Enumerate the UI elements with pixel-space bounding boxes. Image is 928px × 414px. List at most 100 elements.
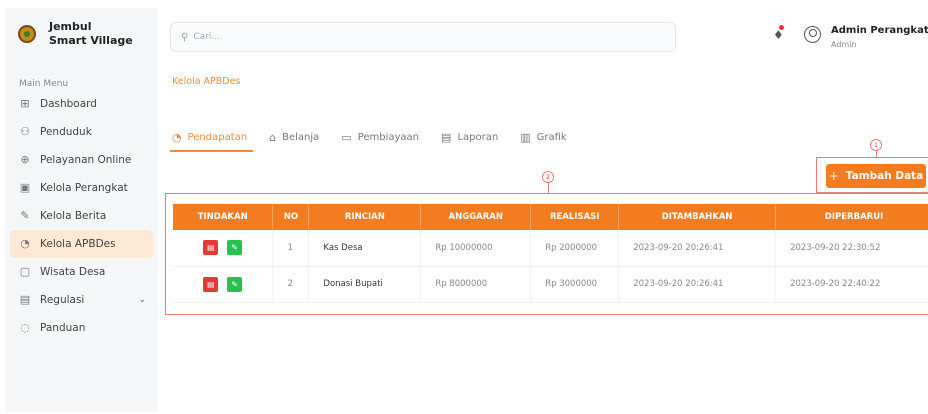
edit-button[interactable]: ✎ — [227, 276, 243, 292]
sidebar-item-pelayanan-online[interactable]: ⊕ Pelayanan Online — [10, 146, 153, 174]
tab-label: Grafik — [536, 131, 567, 143]
search-icon: ⚲ — [181, 31, 189, 43]
sidebar-item-kelola-apbdes[interactable]: ◔ Kelola APBDes — [10, 230, 153, 258]
edit-icon: ✎ — [20, 209, 30, 222]
column-header-rincian[interactable]: RINCIAN — [308, 204, 422, 230]
user-role: Admin — [831, 40, 857, 49]
add-data-label: Tambah Data — [845, 170, 924, 182]
coin-icon: ◔ — [20, 237, 30, 250]
sidebar-item-label: Dashboard — [40, 98, 97, 110]
bag-icon: ⌂ — [269, 130, 277, 144]
sidebar-item-kelola-berita[interactable]: ✎ Kelola Berita — [10, 202, 153, 230]
sidebar: Jembul Smart Village Main Menu ⊞ Dashboa… — [5, 8, 158, 412]
cell-no: 1 — [272, 230, 310, 267]
user-avatar-icon[interactable] — [804, 26, 821, 43]
sidebar-item-label: Pelayanan Online — [40, 154, 132, 166]
brand-title: Jembul Smart Village — [49, 20, 133, 48]
tab-label: Pendapatan — [187, 131, 248, 143]
sidebar-item-panduan[interactable]: ◌ Panduan — [10, 314, 153, 342]
edit-icon: ✎ — [231, 243, 238, 253]
image-icon: ▢ — [19, 265, 31, 278]
chevron-down-icon[interactable]: ⌄ — [138, 295, 146, 305]
notification-bell-icon[interactable]: ♦ — [773, 28, 784, 42]
breadcrumb[interactable]: Kelola APBDes — [172, 76, 240, 87]
table-row: ▤ ✎ 2 Donasi Bupati Rp 8000000 Rp 300000… — [173, 266, 928, 303]
grid-icon: ⊞ — [20, 97, 30, 110]
sidebar-item-label: Penduduk — [40, 126, 92, 138]
document-icon: ▤ — [19, 293, 31, 306]
sidebar-item-label: Panduan — [40, 322, 86, 334]
report-icon: ▤ — [441, 130, 452, 144]
cell-no: 2 — [272, 266, 310, 303]
sidebar-item-dashboard[interactable]: ⊞ Dashboard — [10, 90, 153, 118]
row-actions: ▤ ✎ — [173, 266, 274, 303]
tab-laporan[interactable]: ▤ Laporan — [441, 127, 498, 147]
menu-heading: Main Menu — [19, 79, 69, 89]
sidebar-item-kelola-perangkat[interactable]: ▣ Kelola Perangkat — [10, 174, 153, 202]
add-data-button[interactable]: + Tambah Data — [826, 164, 926, 188]
cell-realisasi: Rp 2000000 — [530, 230, 620, 267]
edit-button[interactable]: ✎ — [227, 240, 243, 256]
id-card-icon: ▣ — [19, 181, 31, 194]
table-header-row: TINDAKAN NO RINCIAN ANGGARAN REALISASI D… — [173, 204, 928, 230]
trash-icon: ▤ — [207, 243, 215, 253]
tab-label: Pembiayaan — [357, 131, 420, 143]
cell-ditambahkan: 2023-09-20 20:26:41 — [618, 230, 777, 267]
sidebar-item-label: Wisata Desa — [40, 266, 106, 278]
coin-icon: ◔ — [172, 130, 182, 144]
cell-anggaran: Rp 10000000 — [420, 230, 532, 267]
column-header-realisasi[interactable]: REALISASI — [530, 204, 620, 230]
tab-label: Belanja — [282, 131, 320, 143]
tab-label: Laporan — [457, 131, 499, 143]
globe-icon: ⊕ — [20, 153, 30, 166]
sidebar-item-label: Kelola APBDes — [40, 238, 116, 250]
sidebar-item-label: Regulasi — [40, 294, 85, 306]
trash-icon: ▤ — [207, 279, 215, 289]
column-header-ditambahkan[interactable]: DITAMBAHKAN — [618, 204, 777, 230]
tab-pembiayaan[interactable]: ▭ Pembiayaan — [341, 127, 419, 147]
search-placeholder: Cari... — [193, 32, 220, 42]
cell-rincian: Donasi Bupati — [308, 266, 422, 303]
column-header-diperbarui[interactable]: DIPERBARUI — [775, 204, 928, 230]
sidebar-item-label: Kelola Berita — [40, 210, 107, 222]
notification-dot — [779, 25, 784, 30]
column-header-no: NO — [272, 204, 310, 230]
sidebar-item-regulasi[interactable]: ▤ Regulasi ⌄ — [10, 286, 153, 314]
sidebar-item-penduduk[interactable]: ⚇ Penduduk — [10, 118, 153, 146]
search-input[interactable]: ⚲ Cari... — [170, 22, 676, 52]
wallet-icon: ▭ — [341, 130, 352, 144]
cell-diperbarui: 2023-09-20 22:30:52 — [775, 230, 928, 267]
column-header-tindakan: TINDAKAN — [173, 204, 274, 230]
sidebar-item-wisata-desa[interactable]: ▢ Wisata Desa — [10, 258, 153, 286]
users-icon: ⚇ — [20, 125, 30, 138]
village-logo-icon — [18, 25, 36, 43]
tab-pendapatan[interactable]: ◔ Pendapatan — [169, 127, 254, 152]
cell-ditambahkan: 2023-09-20 20:26:41 — [618, 266, 777, 303]
annotation-line-2 — [548, 183, 549, 193]
user-name[interactable]: Admin Perangkat Desa — [831, 25, 928, 36]
cell-realisasi: Rp 3000000 — [530, 266, 620, 303]
apbdes-table: TINDAKAN NO RINCIAN ANGGARAN REALISASI D… — [173, 204, 928, 303]
brand-line2: Smart Village — [49, 34, 133, 47]
tab-grafik[interactable]: ▥ Grafik — [520, 127, 566, 147]
annotation-marker-2: 2 — [542, 171, 554, 183]
brand[interactable]: Jembul Smart Village — [18, 20, 133, 48]
column-header-anggaran[interactable]: ANGGARAN — [420, 204, 532, 230]
cell-anggaran: Rp 8000000 — [420, 266, 532, 303]
lightbulb-icon: ◌ — [20, 321, 30, 334]
row-actions: ▤ ✎ — [173, 230, 274, 267]
delete-button[interactable]: ▤ — [203, 276, 219, 292]
sidebar-item-label: Kelola Perangkat — [40, 182, 128, 194]
tab-bar: ◔ Pendapatan ⌂ Belanja ▭ Pembiayaan ▤ La… — [169, 127, 589, 152]
annotation-marker-1: 1 — [870, 139, 882, 151]
cell-diperbarui: 2023-09-20 22:40:22 — [775, 266, 928, 303]
tab-belanja[interactable]: ⌂ Belanja — [269, 127, 319, 147]
table-row: ▤ ✎ 1 Kas Desa Rp 10000000 Rp 2000000 20… — [173, 230, 928, 267]
cell-rincian: Kas Desa — [308, 230, 422, 267]
edit-icon: ✎ — [231, 279, 238, 289]
delete-button[interactable]: ▤ — [203, 240, 219, 256]
bar-chart-icon: ▥ — [520, 130, 531, 144]
app-window: Jembul Smart Village Main Menu ⊞ Dashboa… — [0, 0, 928, 414]
plus-icon: + — [828, 169, 839, 183]
sidebar-menu: ⊞ Dashboard ⚇ Penduduk ⊕ Pelayanan Onlin… — [10, 90, 153, 342]
